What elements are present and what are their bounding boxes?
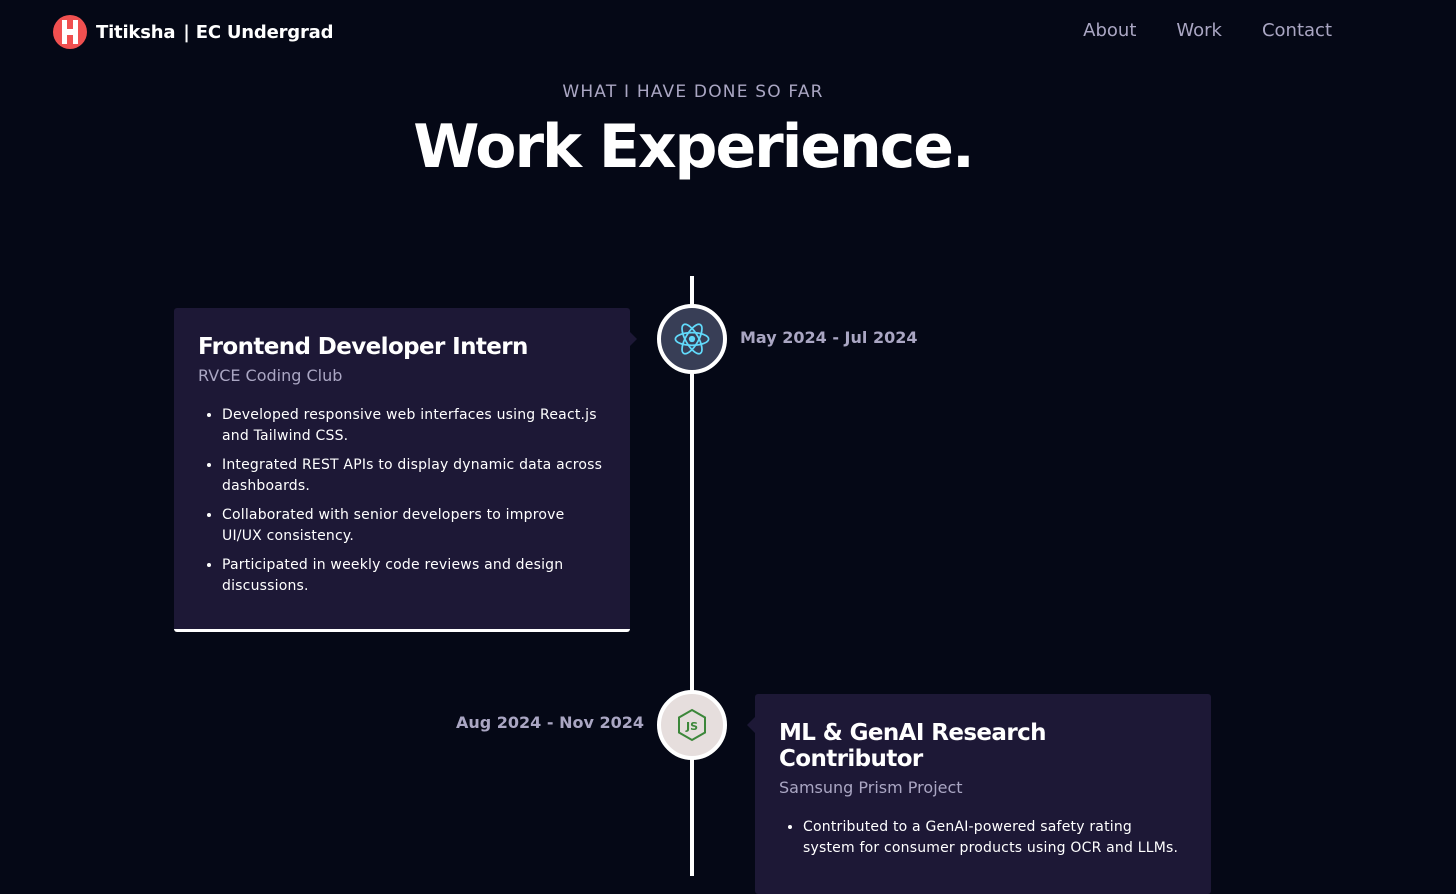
section-title: Work Experience.: [413, 112, 975, 182]
brand-tagline: | EC Undergrad: [183, 21, 334, 43]
svg-text:JS: JS: [685, 720, 698, 733]
experience-point: Developed responsive web interfaces usin…: [222, 405, 606, 447]
experience-point: Integrated REST APIs to display dynamic …: [222, 455, 606, 497]
experience-title: Frontend Developer Intern: [198, 334, 528, 360]
experience-card: Frontend Developer Intern RVCE Coding Cl…: [174, 308, 630, 632]
nav-link-work[interactable]: Work: [1176, 20, 1222, 41]
nav-link-contact[interactable]: Contact: [1262, 20, 1332, 41]
experience-point: Collaborated with senior developers to i…: [222, 505, 606, 547]
react-icon: [674, 323, 710, 355]
logo-link[interactable]: Titiksha | EC Undergrad: [52, 14, 333, 50]
timeline-node: JS: [657, 690, 727, 760]
experience-title: ML & GenAI Research Contributor: [779, 720, 1047, 772]
experience-point: Participated in weekly code reviews and …: [222, 555, 606, 597]
experience-date: Aug 2024 - Nov 2024: [455, 713, 644, 732]
nav-link-about[interactable]: About: [1083, 20, 1136, 41]
nav-links: About Work Contact: [1083, 20, 1332, 41]
navbar: Titiksha | EC Undergrad About Work Conta…: [0, 0, 1456, 66]
experience-date: May 2024 - Jul 2024: [740, 328, 918, 347]
card-pointer: [629, 331, 637, 347]
card-pointer: [747, 717, 755, 733]
experience-card: ML & GenAI Research Contributor Samsung …: [755, 694, 1211, 894]
logo-icon: [52, 14, 88, 50]
experience-company: RVCE Coding Club: [198, 366, 343, 385]
nodejs-icon: JS: [678, 708, 706, 742]
experience-point: Contributed to a GenAI-powered safety ra…: [803, 817, 1187, 859]
brand-name: Titiksha: [96, 21, 176, 43]
experience-company: Samsung Prism Project: [779, 778, 963, 797]
timeline-node: [657, 304, 727, 374]
section-subtitle: WHAT I HAVE DONE SO FAR: [562, 82, 824, 102]
experience-points: Developed responsive web interfaces usin…: [198, 405, 606, 597]
experience-points: Contributed to a GenAI-powered safety ra…: [779, 817, 1187, 859]
